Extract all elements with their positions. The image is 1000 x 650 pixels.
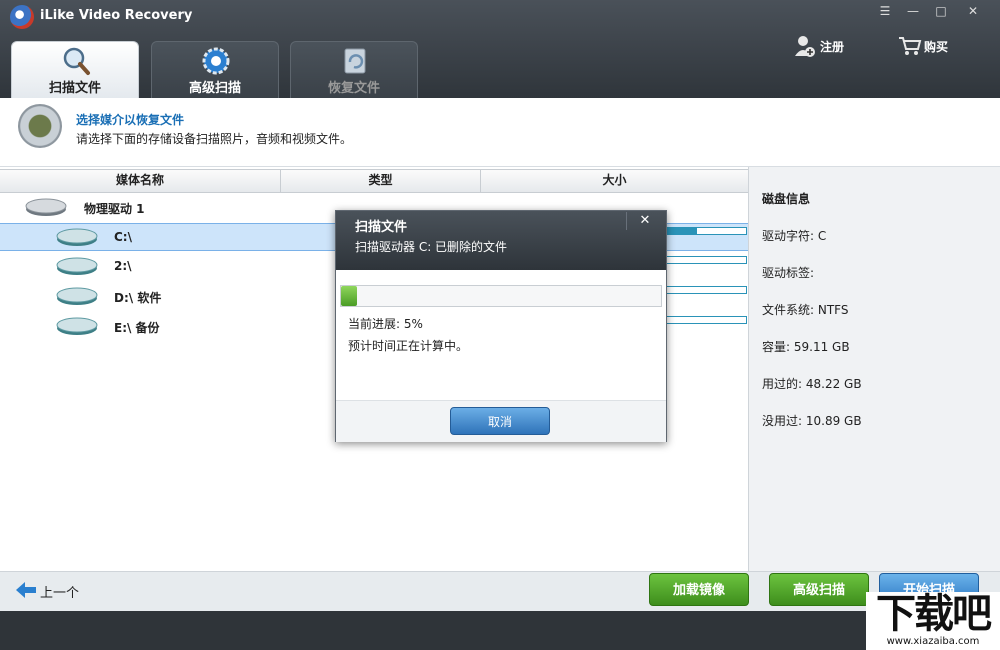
- load-image-button[interactable]: 加载镜像: [649, 573, 749, 606]
- drive-letter: 驱动字符: C: [762, 229, 827, 243]
- free-space: 没用过: 10.89 GB: [762, 414, 862, 428]
- page-subtitle: 请选择下面的存储设备扫描照片，音频和视频文件。: [76, 132, 353, 146]
- buy-button[interactable]: 购买: [898, 34, 968, 58]
- register-label: 注册: [820, 40, 845, 54]
- drive-label: E:\ 备份: [114, 321, 160, 335]
- menu-icon[interactable]: ☰: [873, 2, 897, 20]
- drive-usage-bar: [663, 316, 747, 324]
- disk-info-title: 磁盘信息: [762, 192, 811, 206]
- current-progress: 当前进展: 5%: [348, 317, 423, 331]
- buy-label: 购买: [924, 40, 949, 54]
- eta-text: 预计时间正在计算中。: [348, 339, 469, 353]
- app-title: iLike Video Recovery: [40, 8, 193, 23]
- tab-label: 扫描文件: [48, 81, 101, 96]
- watermark-logo: 下载吧: [876, 591, 992, 637]
- cancel-button[interactable]: 取消: [450, 407, 550, 435]
- file-system: 文件系统: NTFS: [762, 303, 849, 317]
- tab-label: 高级扫描: [188, 81, 241, 96]
- close-button[interactable]: ✕: [961, 2, 985, 20]
- tab-recover-files[interactable]: 恢复文件: [290, 41, 418, 98]
- drive-label: C:\: [114, 230, 132, 244]
- drive-icon: [56, 317, 98, 335]
- app-logo-icon: [10, 5, 34, 29]
- drive-group-label: 物理驱动 1: [84, 202, 145, 216]
- column-header-size[interactable]: 大小: [481, 170, 748, 192]
- drive-usage-bar: [663, 286, 747, 294]
- capacity: 容量: 59.11 GB: [762, 340, 850, 354]
- recover-icon: [344, 48, 366, 74]
- drive-usage-bar: [663, 256, 747, 264]
- scan-progress-bar: [340, 285, 662, 307]
- hard-drive-icon: [25, 198, 67, 216]
- advanced-scan-button[interactable]: 高级扫描: [769, 573, 869, 606]
- back-button[interactable]: 上一个: [40, 582, 79, 601]
- cart-icon: [899, 37, 922, 55]
- maximize-button[interactable]: □: [929, 2, 953, 20]
- dialog-close-button[interactable]: ✕: [626, 212, 663, 230]
- drive-label-info: 驱动标签:: [762, 266, 815, 280]
- back-arrow-icon[interactable]: [16, 582, 36, 598]
- register-button[interactable]: 注册: [794, 34, 864, 58]
- tab-label: 恢复文件: [327, 81, 380, 96]
- drive-icon: [56, 287, 98, 305]
- drive-icon: [56, 228, 98, 246]
- scan-progress-dialog: 扫描文件 扫描驱动器 C: 已删除的文件 ✕ 当前进展: 5% 预计时间正在计算…: [335, 210, 667, 442]
- dialog-subtitle: 扫描驱动器 C: 已删除的文件: [355, 240, 508, 254]
- used-space: 用过的: 48.22 GB: [762, 377, 862, 391]
- user-add-icon: [795, 36, 815, 57]
- drive-label: 2:\: [114, 259, 132, 273]
- drive-label: D:\ 软件: [114, 291, 162, 305]
- column-header-name[interactable]: 媒体名称: [0, 170, 281, 192]
- tab-scan-files[interactable]: 扫描文件: [11, 41, 139, 98]
- dialog-title: 扫描文件: [355, 220, 408, 235]
- watermark-url: www.xiazaiba.com: [886, 636, 980, 647]
- status-bar: [0, 611, 1000, 650]
- column-header-type[interactable]: 类型: [281, 170, 481, 192]
- magnifier-icon: [63, 47, 90, 75]
- drive-usage-bar: [663, 227, 747, 235]
- drive-icon: [56, 257, 98, 275]
- gear-icon: [202, 47, 230, 75]
- usage-fill: [664, 228, 697, 234]
- tab-advanced-scan[interactable]: 高级扫描: [151, 41, 279, 98]
- media-select-icon: [18, 104, 62, 148]
- page-title: 选择媒介以恢复文件: [76, 113, 185, 127]
- progress-fill: [341, 286, 357, 306]
- minimize-button[interactable]: —: [901, 2, 925, 20]
- table-header: 媒体名称 类型 大小: [0, 169, 748, 193]
